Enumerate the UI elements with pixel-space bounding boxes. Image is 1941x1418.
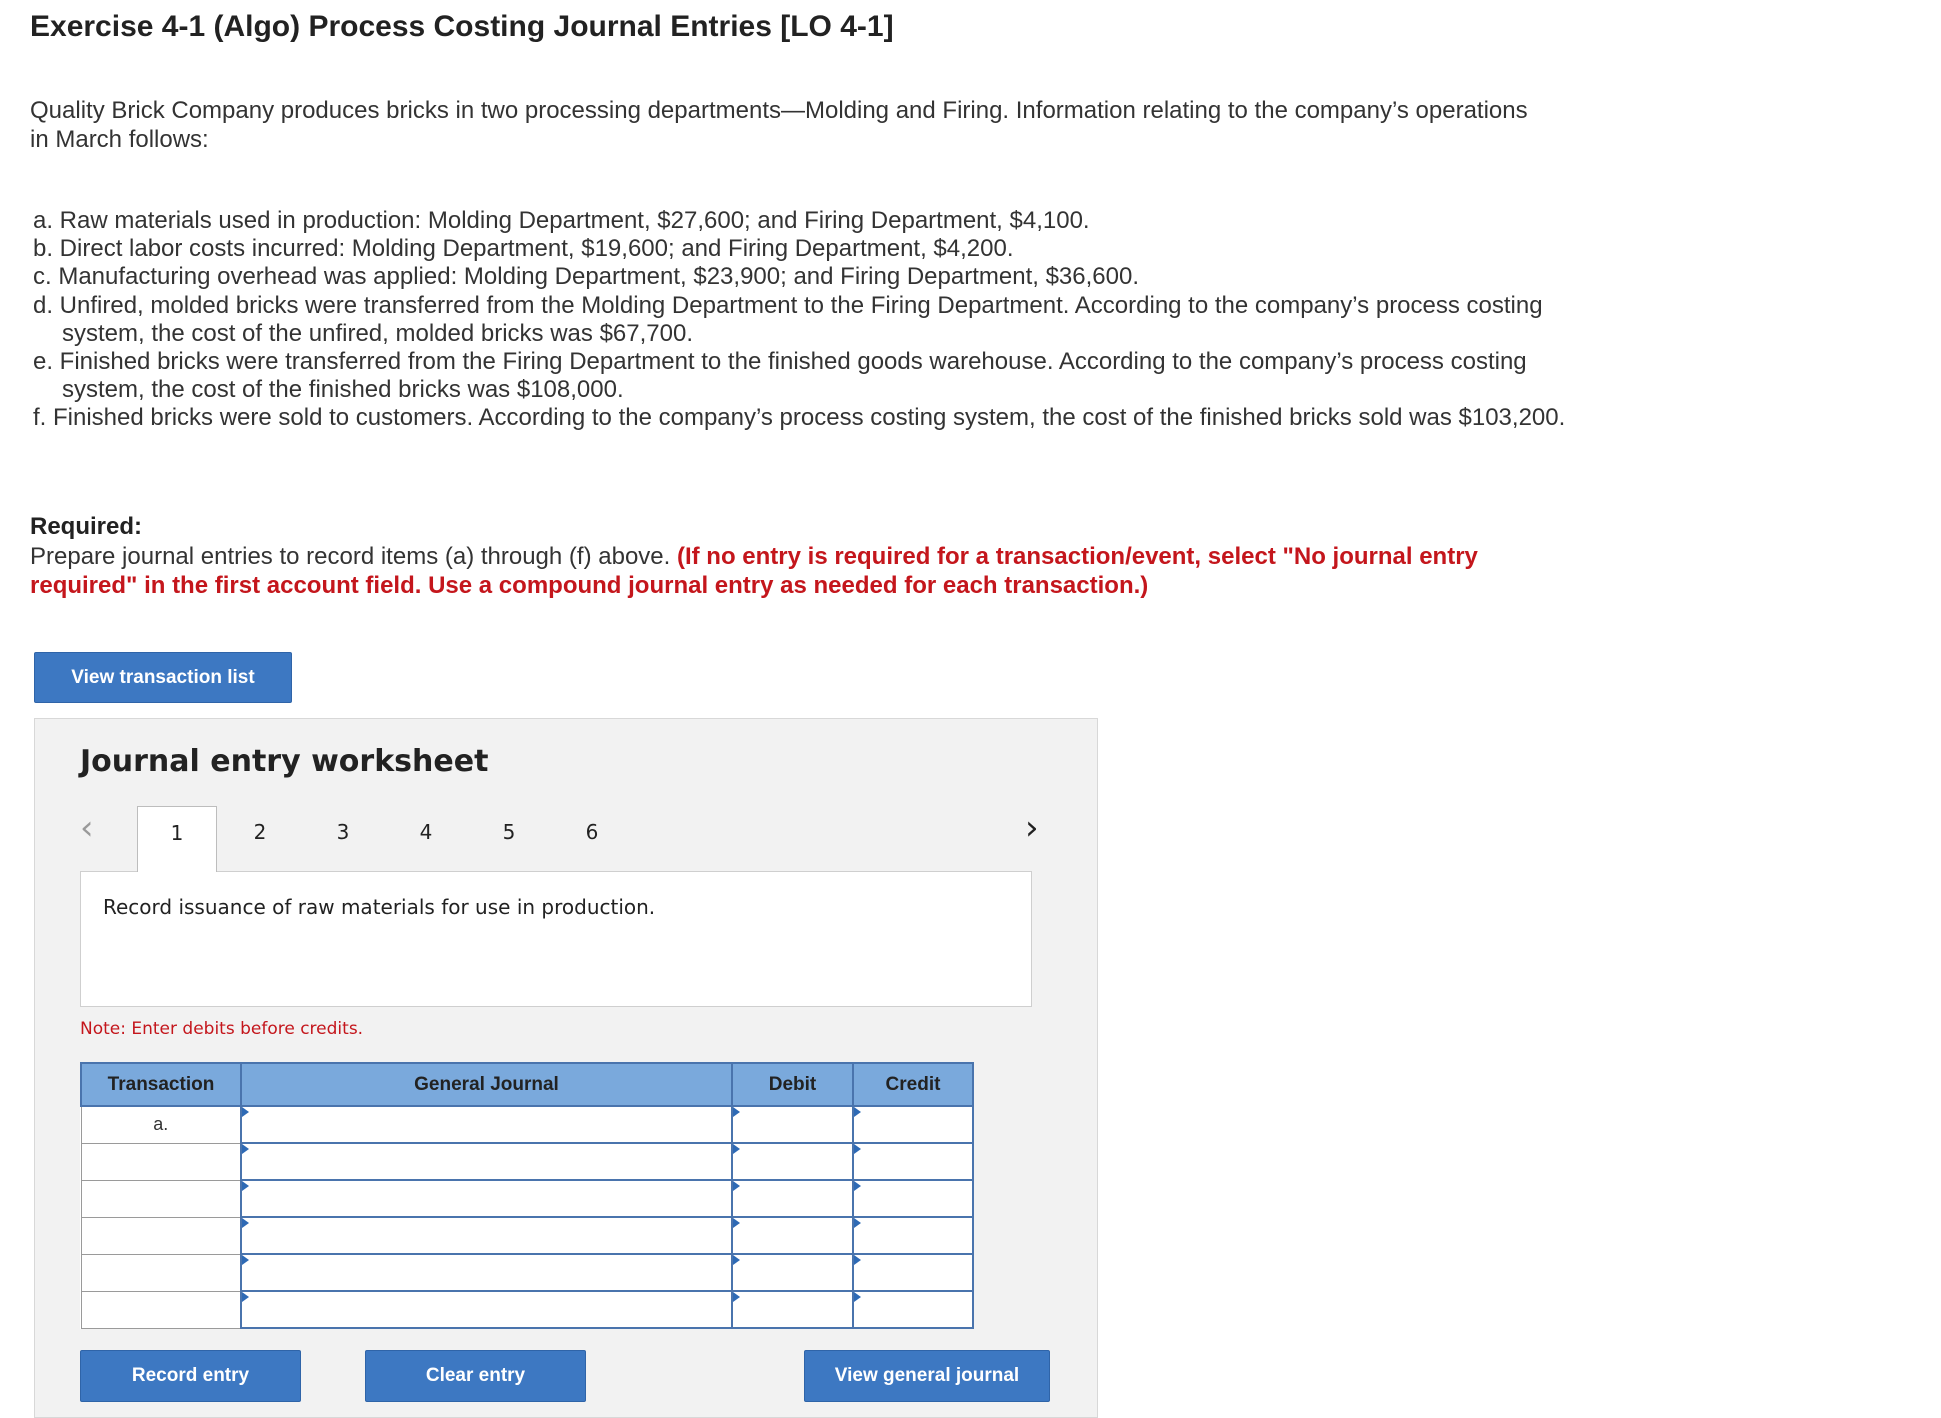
tab-5[interactable]: 5 xyxy=(469,806,549,872)
account-input[interactable] xyxy=(240,1142,733,1181)
debit-input[interactable] xyxy=(731,1142,854,1181)
page-title: Exercise 4-1 (Algo) Process Costing Jour… xyxy=(30,10,894,43)
entry-description-box: Record issuance of raw materials for use… xyxy=(80,871,1032,1007)
credit-input[interactable] xyxy=(852,1105,974,1144)
list-item: a. Raw materials used in production: Mol… xyxy=(33,207,1090,234)
debit-input[interactable] xyxy=(731,1179,854,1218)
column-header-general-journal: General Journal xyxy=(240,1062,733,1107)
list-item: b. Direct labor costs incurred: Molding … xyxy=(33,235,1014,263)
account-input[interactable] xyxy=(240,1290,733,1329)
entry-note: Note: Enter debits before credits. xyxy=(80,1019,364,1039)
list-item: c. Manufacturing overhead was applied: M… xyxy=(33,263,1139,291)
column-header-transaction: Transaction xyxy=(80,1062,242,1107)
chevron-left-icon[interactable]: ‹ xyxy=(80,811,94,845)
debit-input[interactable] xyxy=(731,1253,854,1292)
transaction-list: a. Raw materials used in production: Mol… xyxy=(33,207,1593,433)
worksheet-title: Journal entry worksheet xyxy=(80,744,489,779)
credit-input[interactable] xyxy=(852,1253,974,1292)
account-input[interactable] xyxy=(240,1216,733,1255)
table-row xyxy=(80,1179,974,1218)
view-general-journal-button[interactable]: View general journal xyxy=(804,1350,1050,1402)
transaction-cell xyxy=(80,1253,242,1292)
journal-table: Transaction General Journal Debit Credit… xyxy=(80,1062,974,1329)
transaction-cell xyxy=(80,1142,242,1181)
view-transaction-list-button[interactable]: View transaction list xyxy=(34,652,292,703)
debit-input[interactable] xyxy=(731,1105,854,1144)
tab-2[interactable]: 2 xyxy=(220,806,300,872)
transaction-cell: a. xyxy=(80,1105,242,1144)
table-row: a. xyxy=(80,1105,974,1144)
debit-input[interactable] xyxy=(731,1290,854,1329)
account-input[interactable] xyxy=(240,1179,733,1218)
debit-input[interactable] xyxy=(731,1216,854,1255)
column-header-debit: Debit xyxy=(731,1062,854,1107)
required-instructions: Prepare journal entries to record items … xyxy=(30,543,671,570)
account-input[interactable] xyxy=(240,1253,733,1292)
tab-4[interactable]: 4 xyxy=(386,806,466,872)
list-item: d. Unfired, molded bricks were transferr… xyxy=(33,291,1543,347)
intro-text: Quality Brick Company produces bricks in… xyxy=(30,97,1528,153)
column-header-credit: Credit xyxy=(852,1062,974,1107)
list-item: f. Finished bricks were sold to customer… xyxy=(33,404,1566,432)
credit-input[interactable] xyxy=(852,1290,974,1329)
table-row xyxy=(80,1216,974,1255)
account-input[interactable] xyxy=(240,1105,733,1144)
credit-input[interactable] xyxy=(852,1142,974,1181)
credit-input[interactable] xyxy=(852,1179,974,1218)
table-row xyxy=(80,1253,974,1292)
required-text: Prepare journal entries to record items … xyxy=(30,542,1570,600)
transaction-cell xyxy=(80,1216,242,1255)
table-row xyxy=(80,1290,974,1329)
entry-description: Record issuance of raw materials for use… xyxy=(103,895,656,919)
table-row xyxy=(80,1142,974,1181)
chevron-right-icon[interactable]: › xyxy=(1025,811,1039,845)
required-heading: Required: xyxy=(30,513,143,540)
tab-1[interactable]: 1 xyxy=(137,806,217,872)
tab-3[interactable]: 3 xyxy=(303,806,383,872)
transaction-cell xyxy=(80,1290,242,1329)
record-entry-button[interactable]: Record entry xyxy=(80,1350,301,1402)
clear-entry-button[interactable]: Clear entry xyxy=(365,1350,586,1402)
tab-6[interactable]: 6 xyxy=(552,806,632,872)
credit-input[interactable] xyxy=(852,1216,974,1255)
list-item: e. Finished bricks were transferred from… xyxy=(33,348,1527,404)
transaction-cell xyxy=(80,1179,242,1218)
